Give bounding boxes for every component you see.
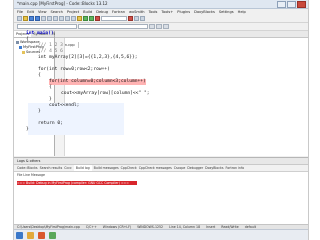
log-header: File Line Message [17, 173, 45, 177]
project-icon [19, 46, 22, 49]
bookmark-icon[interactable] [163, 24, 169, 29]
open-folder-icon[interactable] [23, 16, 28, 21]
cut-icon[interactable] [53, 16, 58, 21]
abort-icon[interactable] [95, 16, 100, 21]
source-code[interactable]: int main() { /// 1 2 3 /// 4 5 6 int myA… [26, 31, 150, 132]
taskbar [14, 229, 308, 240]
code-line: int main() [26, 31, 54, 36]
scope-select[interactable] [17, 24, 77, 29]
window-title: *main.cpp [MyFirstProg] - Code::Blocks 1… [17, 1, 108, 6]
undo-icon[interactable] [41, 16, 46, 21]
new-file-icon[interactable] [17, 16, 22, 21]
logs-tabs: Code::Blocks Search results Cccc Build l… [14, 165, 308, 172]
code-line-return: return 0; [38, 121, 63, 126]
run-icon[interactable] [83, 16, 88, 21]
code-line: { [26, 37, 29, 42]
tab-doxyblocks[interactable]: DoxyBlocks [205, 165, 223, 171]
tab-build-messages[interactable]: Build messages [94, 165, 119, 171]
code-line: } [38, 109, 41, 114]
tab-debugger[interactable]: Debugger [187, 165, 203, 171]
code-line-array-decl: int myArray[2][3]={{1,2,3},{4,5,6}}; [38, 55, 138, 60]
main-toolbar [14, 15, 308, 23]
step-icon[interactable] [134, 16, 139, 21]
find-icon[interactable] [71, 16, 76, 21]
save-all-icon[interactable] [35, 16, 40, 21]
debug-icon[interactable] [128, 16, 133, 21]
function-select[interactable] [78, 24, 148, 29]
build-error-row[interactable]: === Build: Debug in MyFirstProg (compile… [17, 181, 137, 185]
browser-icon[interactable] [38, 231, 45, 239]
window-controls [277, 1, 306, 8]
workspace-icon [16, 41, 19, 44]
code-line-outer-for: for(int row=0;row<2;row++) [38, 67, 110, 72]
tab-build-log[interactable]: Build log [73, 165, 92, 171]
code-line: { [49, 85, 52, 90]
logs-title: Logs & others [14, 158, 308, 165]
folder-icon [22, 51, 25, 54]
tab-cppcheck[interactable]: CppCheck [121, 165, 137, 171]
code-line: { [38, 73, 41, 78]
code-line-endl: cout<<endl; [49, 103, 80, 108]
jump-back-icon[interactable] [149, 24, 155, 29]
build-icon[interactable] [77, 16, 82, 21]
secondary-toolbar [14, 23, 308, 31]
window-titlebar: *main.cpp [MyFirstProg] - Code::Blocks 1… [14, 0, 308, 9]
redo-icon[interactable] [47, 16, 52, 21]
paste-icon[interactable] [65, 16, 70, 21]
tab-cscope[interactable]: Cscope [174, 165, 186, 171]
code-line-cout-element: cout<<myArray[row][column]<<" "; [61, 91, 150, 96]
logs-panel: Logs & others Code::Blocks Search result… [14, 157, 308, 231]
minimize-button[interactable] [277, 1, 286, 8]
tab-fortran-info[interactable]: Fortran info [226, 165, 245, 171]
codeblocks-icon[interactable] [49, 231, 56, 239]
step-into-icon[interactable] [140, 16, 145, 21]
maximize-button[interactable] [287, 1, 296, 8]
editor-tab-bar: main.cpp [55, 31, 308, 48]
codeblocks-window: *main.cpp [MyFirstProg] - Code::Blocks 1… [14, 0, 308, 240]
tab-codeblocks[interactable]: Code::Blocks [17, 165, 38, 171]
copy-icon[interactable] [59, 16, 64, 21]
start-icon[interactable] [16, 231, 23, 239]
build-target-select[interactable] [101, 16, 127, 21]
build-and-run-icon[interactable] [89, 16, 94, 21]
code-line: } [26, 127, 29, 132]
tab-cccc[interactable]: Cccc [64, 165, 71, 171]
code-line-inner-for: for(int column=0;column<3;column++) [49, 79, 146, 85]
tab-cppcheck-messages[interactable]: CppCheck messages [139, 165, 172, 171]
jump-forward-icon[interactable] [156, 24, 162, 29]
close-button[interactable] [297, 1, 306, 8]
tab-search-results[interactable]: Search results [40, 165, 63, 171]
save-icon[interactable] [29, 16, 34, 21]
explorer-icon[interactable] [27, 231, 34, 239]
